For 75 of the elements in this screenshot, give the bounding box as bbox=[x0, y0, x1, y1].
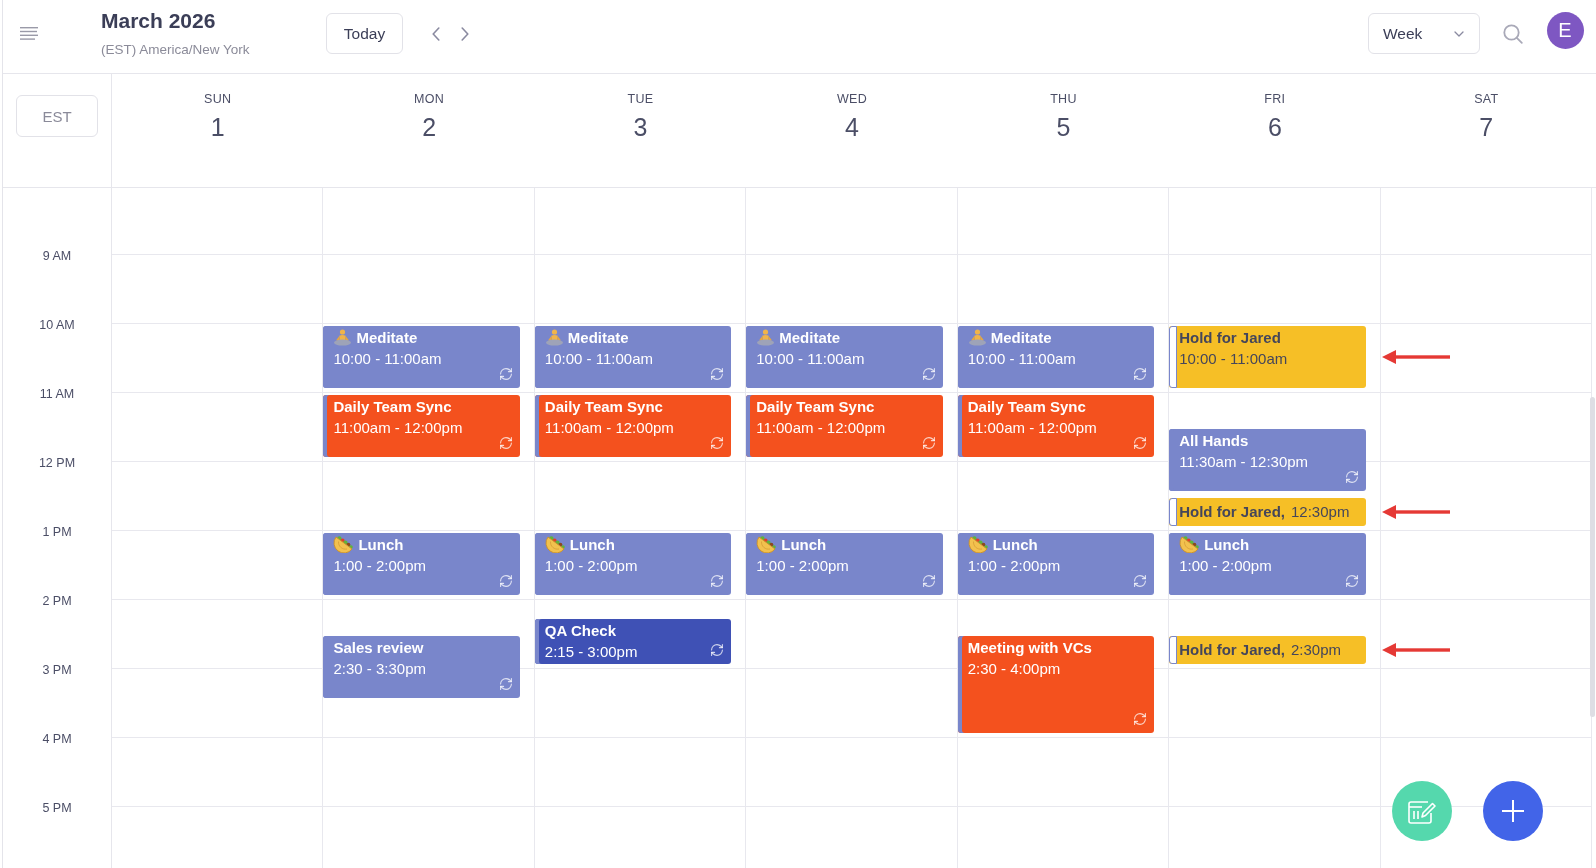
day-number: 1 bbox=[210, 112, 225, 142]
event-title: QA Check bbox=[544, 620, 616, 640]
event-time: 10:00 - 11:00am bbox=[967, 348, 1076, 368]
day-number: 5 bbox=[1056, 112, 1071, 142]
avatar[interactable]: E bbox=[1546, 11, 1584, 49]
time-label: 3 PM bbox=[42, 663, 72, 678]
event-title: Daily Team Sync bbox=[756, 396, 875, 416]
event-title: Meditate bbox=[990, 327, 1052, 347]
event-time: 11:00am - 12:00pm bbox=[544, 417, 674, 437]
event-title: Daily Team Sync bbox=[544, 396, 663, 416]
day-name: THU bbox=[1050, 91, 1077, 107]
scrollbar-thumb[interactable] bbox=[1590, 397, 1595, 717]
time-label: 10 AM bbox=[39, 318, 75, 333]
event-title: Hold for Jared, bbox=[1179, 502, 1285, 522]
event-time: 11:30am - 12:30pm bbox=[1179, 452, 1309, 471]
event-title: Lunch bbox=[569, 534, 615, 554]
event-time: 2:15 - 3:00pm bbox=[544, 641, 638, 661]
event-title: Meditate bbox=[567, 327, 629, 347]
time-label: 5 PM bbox=[42, 801, 72, 816]
event-time: 1:00 - 2:00pm bbox=[967, 555, 1061, 575]
chevron-right-icon[interactable] bbox=[461, 26, 469, 41]
day-name: FRI bbox=[1264, 91, 1286, 107]
time-label: 9 AM bbox=[42, 249, 72, 264]
event-time: 1:00 - 2:00pm bbox=[544, 555, 638, 575]
event-time: 10:00 - 11:00am bbox=[544, 348, 653, 368]
today-button[interactable]: Today bbox=[326, 13, 403, 54]
chevron-left-icon[interactable] bbox=[432, 26, 440, 41]
day-name: MON bbox=[414, 91, 445, 107]
time-label: 11 AM bbox=[39, 387, 75, 402]
event-time: 11:00am - 12:00pm bbox=[967, 417, 1097, 437]
timezone-button[interactable]: EST bbox=[16, 95, 98, 137]
day-number: 7 bbox=[1479, 112, 1494, 142]
day-number: 6 bbox=[1267, 112, 1282, 142]
day-name: WED bbox=[836, 91, 868, 107]
event-title: Daily Team Sync bbox=[967, 396, 1086, 416]
event-title: Hold for Jared bbox=[1179, 327, 1281, 347]
day-name: SUN bbox=[204, 91, 232, 107]
chevron-down-icon bbox=[1454, 30, 1464, 37]
event-title: Lunch bbox=[992, 534, 1038, 554]
event-title: Daily Team Sync bbox=[333, 396, 452, 416]
event-time: 10:00 - 11:00am bbox=[1179, 348, 1288, 368]
event-title: Lunch bbox=[1204, 534, 1250, 554]
event-time: 10:00 - 11:00am bbox=[756, 348, 865, 368]
day-name: SAT bbox=[1474, 91, 1499, 107]
event-time: 1:00 - 2:00pm bbox=[756, 555, 849, 575]
event-title: Lunch bbox=[358, 534, 404, 554]
calendar-title: March 2026 bbox=[101, 9, 216, 34]
menu-icon[interactable] bbox=[20, 27, 38, 40]
event-time: 12:30pm bbox=[1291, 502, 1350, 522]
event-title: Meditate bbox=[356, 327, 418, 347]
event-time: 2:30 - 4:00pm bbox=[967, 659, 1061, 678]
event-title: Lunch bbox=[781, 534, 827, 554]
timezone-label: (EST) America/New York bbox=[101, 40, 250, 58]
event-time: 11:00am - 12:00pm bbox=[333, 417, 463, 437]
day-name: TUE bbox=[627, 91, 654, 107]
event-time: 2:30 - 3:30pm bbox=[333, 659, 426, 678]
event-title: Sales review bbox=[333, 638, 424, 657]
time-label: 2 PM bbox=[42, 594, 72, 609]
event-title: Hold for Jared, bbox=[1179, 640, 1285, 660]
event-time: 1:00 - 2:00pm bbox=[1179, 555, 1272, 575]
time-label: 4 PM bbox=[42, 732, 72, 747]
time-label: 1 PM bbox=[42, 525, 72, 540]
day-number: 3 bbox=[633, 112, 648, 142]
event-title: All Hands bbox=[1179, 431, 1249, 450]
day-number: 2 bbox=[422, 112, 437, 142]
event-time: 10:00 - 11:00am bbox=[333, 348, 442, 368]
day-number: 4 bbox=[845, 112, 859, 142]
time-label: 12 PM bbox=[38, 456, 76, 471]
search-icon[interactable] bbox=[1503, 23, 1523, 44]
view-select[interactable]: Week bbox=[1368, 13, 1480, 54]
event-time: 11:00am - 12:00pm bbox=[756, 417, 886, 437]
event-title: Meditate bbox=[779, 327, 841, 347]
event-time: 1:00 - 2:00pm bbox=[333, 555, 426, 575]
event-title: Meeting with VCs bbox=[967, 638, 1092, 657]
event-time: 2:30pm bbox=[1291, 640, 1342, 660]
